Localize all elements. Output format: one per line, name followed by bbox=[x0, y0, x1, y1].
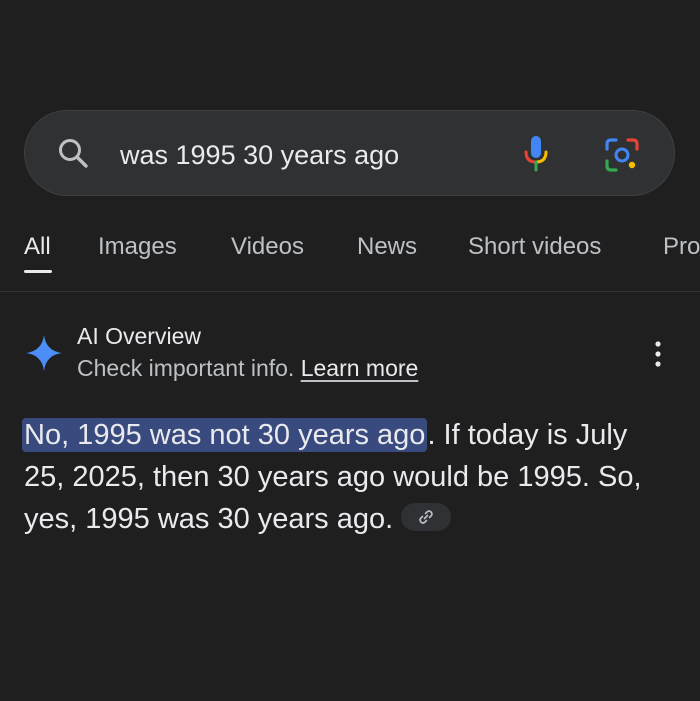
ai-overview-disclaimer: Check important info. bbox=[77, 355, 295, 381]
ai-overview-title: AI Overview bbox=[77, 323, 201, 349]
tab-short-videos[interactable]: Short videos bbox=[468, 232, 601, 262]
camera-lens-icon[interactable] bbox=[603, 136, 641, 174]
tab-all[interactable]: All bbox=[24, 232, 51, 262]
tab-videos[interactable]: Videos bbox=[231, 232, 304, 262]
active-tab-indicator bbox=[24, 270, 52, 273]
more-options-icon[interactable] bbox=[650, 340, 666, 368]
tab-images[interactable]: Images bbox=[98, 232, 177, 262]
tab-news[interactable]: News bbox=[357, 232, 417, 262]
ai-overview-answer: No, 1995 was not 30 years ago. If today … bbox=[22, 414, 674, 540]
ai-overview-subtitle: Check important info. Learn more bbox=[77, 353, 418, 383]
search-tabs: All Images Videos News Short videos Pro bbox=[0, 226, 700, 286]
answer-highlight: No, 1995 was not 30 years ago bbox=[22, 418, 428, 452]
link-icon bbox=[419, 510, 433, 525]
sparkle-icon bbox=[26, 335, 62, 371]
divider bbox=[0, 291, 700, 292]
search-icon bbox=[59, 139, 88, 168]
microphone-icon[interactable] bbox=[520, 134, 552, 174]
learn-more-link[interactable]: Learn more bbox=[301, 355, 419, 381]
tab-pro[interactable]: Pro bbox=[663, 232, 700, 262]
search-input[interactable]: was 1995 30 years ago bbox=[120, 136, 399, 174]
source-link-button[interactable] bbox=[401, 503, 452, 532]
